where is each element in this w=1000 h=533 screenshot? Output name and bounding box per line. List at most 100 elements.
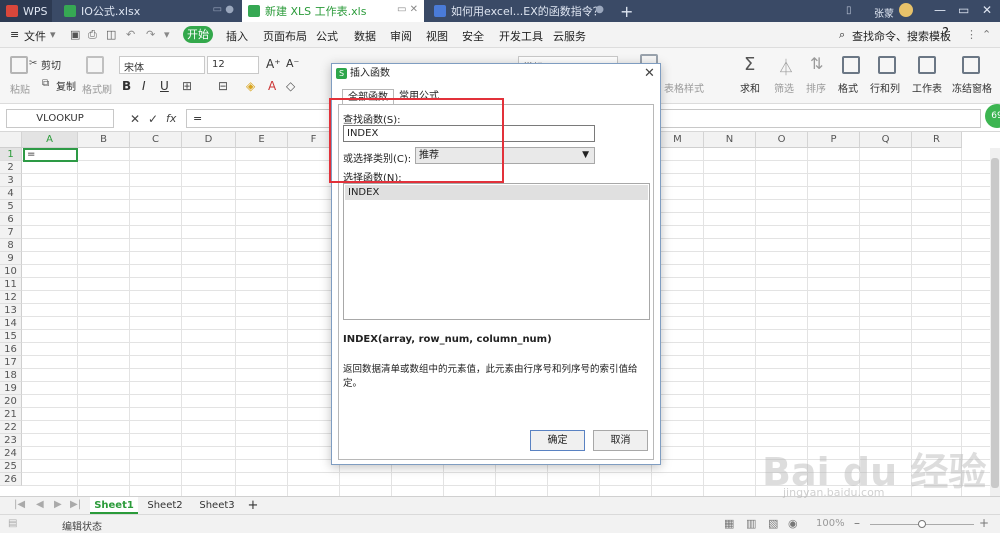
maximize-icon[interactable]: ▭: [958, 3, 969, 17]
tab-io-formula[interactable]: IO公式.xlsx ▭ ●: [58, 0, 240, 22]
merge-icon[interactable]: ⊟: [218, 79, 228, 93]
row-header-12[interactable]: 12: [0, 291, 22, 304]
macro-icon[interactable]: ▤: [8, 518, 17, 529]
table-style-button[interactable]: 表格样式: [664, 80, 704, 95]
filter-icon[interactable]: ⏃: [778, 54, 794, 78]
font-size-select[interactable]: 12: [207, 56, 259, 74]
sheet-nav-next-icon[interactable]: ▶: [54, 499, 62, 510]
cut-button[interactable]: 剪切: [41, 57, 61, 72]
row-header-17[interactable]: 17: [0, 356, 22, 369]
menu-page-layout[interactable]: 页面布局: [263, 28, 307, 44]
row-header-8[interactable]: 8: [0, 239, 22, 252]
menu-cloud[interactable]: 云服务: [553, 28, 586, 44]
sheet-nav-last-icon[interactable]: ▶|: [70, 499, 81, 510]
font-color-icon[interactable]: A: [268, 79, 276, 93]
sheet-nav-prev-icon[interactable]: ◀: [36, 499, 44, 510]
italic-icon[interactable]: I: [142, 79, 146, 93]
confirm-icon[interactable]: ✓: [148, 112, 158, 126]
sum-icon[interactable]: Σ: [744, 54, 755, 75]
row-header-20[interactable]: 20: [0, 395, 22, 408]
sort-icon[interactable]: ⇅: [810, 54, 823, 73]
clear-icon[interactable]: ◇: [286, 79, 295, 93]
menu-security[interactable]: 安全: [462, 28, 484, 44]
menu-formula[interactable]: 公式: [316, 28, 338, 44]
tab-controls-icon[interactable]: ▭ ●: [213, 4, 234, 15]
add-sheet-icon[interactable]: +: [245, 497, 261, 514]
chevron-down-icon[interactable]: ▾: [50, 28, 56, 41]
sheet-nav-first-icon[interactable]: |◀: [14, 499, 25, 510]
column-header-o[interactable]: O: [756, 132, 808, 148]
fill-color-icon[interactable]: ◈: [246, 79, 255, 93]
underline-icon[interactable]: U: [160, 79, 169, 93]
zoom-level[interactable]: 100%: [816, 518, 845, 529]
command-search[interactable]: 查找命令、搜索模板: [852, 28, 951, 44]
name-box[interactable]: VLOOKUP: [6, 109, 114, 128]
print-icon[interactable]: ⎙: [88, 28, 97, 42]
menu-start[interactable]: 开始: [183, 26, 213, 43]
column-header-p[interactable]: P: [808, 132, 860, 148]
row-header-7[interactable]: 7: [0, 226, 22, 239]
tab-new-xls[interactable]: 新建 XLS 工作表.xls ▭ ✕: [242, 0, 424, 22]
row-header-1[interactable]: 1: [0, 148, 22, 161]
cancel-button[interactable]: 取消: [593, 430, 648, 451]
row-header-24[interactable]: 24: [0, 447, 22, 460]
column-header-n[interactable]: N: [704, 132, 756, 148]
row-header-11[interactable]: 11: [0, 278, 22, 291]
minimize-icon[interactable]: —: [934, 3, 946, 17]
window-mode-icon[interactable]: ▯: [846, 5, 852, 16]
format-painter-icon[interactable]: [86, 56, 104, 74]
sort-button[interactable]: 排序: [806, 80, 826, 95]
cancel-icon[interactable]: ✕: [130, 112, 140, 126]
row-header-15[interactable]: 15: [0, 330, 22, 343]
undo-icon[interactable]: ↶: [126, 28, 135, 41]
column-header-q[interactable]: Q: [860, 132, 912, 148]
help-icon[interactable]: ?: [942, 26, 949, 41]
row-column-icon[interactable]: [878, 56, 896, 74]
format-icon[interactable]: [842, 56, 860, 74]
list-item[interactable]: INDEX: [345, 185, 648, 200]
row-header-9[interactable]: 9: [0, 252, 22, 265]
select-all-corner[interactable]: [0, 132, 22, 148]
hamburger-icon[interactable]: ≡: [10, 28, 19, 41]
column-header-a[interactable]: A: [22, 132, 78, 148]
increase-font-icon[interactable]: A⁺: [266, 57, 281, 71]
dialog-close-icon[interactable]: ✕: [644, 66, 655, 81]
chevron-down-icon[interactable]: ▾: [164, 28, 170, 41]
zoom-in-icon[interactable]: +: [979, 516, 989, 530]
close-icon[interactable]: ✕: [982, 3, 992, 17]
row-header-23[interactable]: 23: [0, 434, 22, 447]
format-painter-button[interactable]: 格式刷: [82, 81, 112, 96]
row-header-26[interactable]: 26: [0, 473, 22, 486]
row-header-16[interactable]: 16: [0, 343, 22, 356]
function-list[interactable]: INDEX: [343, 183, 650, 320]
search-icon[interactable]: ⌕: [839, 28, 845, 42]
row-header-19[interactable]: 19: [0, 382, 22, 395]
preview-icon[interactable]: ◫: [106, 28, 116, 41]
bold-icon[interactable]: B: [122, 79, 131, 93]
worksheet-button[interactable]: 工作表: [912, 80, 942, 95]
decrease-font-icon[interactable]: A⁻: [286, 57, 299, 70]
column-header-b[interactable]: B: [78, 132, 130, 148]
normal-view-icon[interactable]: ▦: [724, 517, 734, 530]
row-header-3[interactable]: 3: [0, 174, 22, 187]
row-header-18[interactable]: 18: [0, 369, 22, 382]
sheet-tab-1[interactable]: Sheet1: [90, 497, 138, 514]
tab-browser-page[interactable]: 如何用excel...EX的函数指令？ ▭ ●: [428, 0, 610, 22]
zoom-slider-thumb[interactable]: [918, 520, 926, 528]
more-icon[interactable]: ⋮: [966, 28, 977, 41]
menu-data[interactable]: 数据: [354, 28, 376, 44]
filter-button[interactable]: 筛选: [774, 80, 794, 95]
row-header-10[interactable]: 10: [0, 265, 22, 278]
column-header-e[interactable]: E: [236, 132, 288, 148]
row-header-14[interactable]: 14: [0, 317, 22, 330]
row-header-25[interactable]: 25: [0, 460, 22, 473]
page-layout-icon[interactable]: ▥: [746, 517, 756, 530]
page-break-icon[interactable]: ▧: [768, 517, 778, 530]
row-header-6[interactable]: 6: [0, 213, 22, 226]
menu-file[interactable]: 文件: [24, 28, 46, 44]
tab-controls-icon[interactable]: ▭ ●: [583, 4, 604, 15]
row-header-21[interactable]: 21: [0, 408, 22, 421]
tab-close-icon[interactable]: ▭ ✕: [397, 4, 418, 15]
freeze-pane-button[interactable]: 冻结窗格: [952, 80, 992, 95]
font-select[interactable]: 宋体: [119, 56, 205, 74]
